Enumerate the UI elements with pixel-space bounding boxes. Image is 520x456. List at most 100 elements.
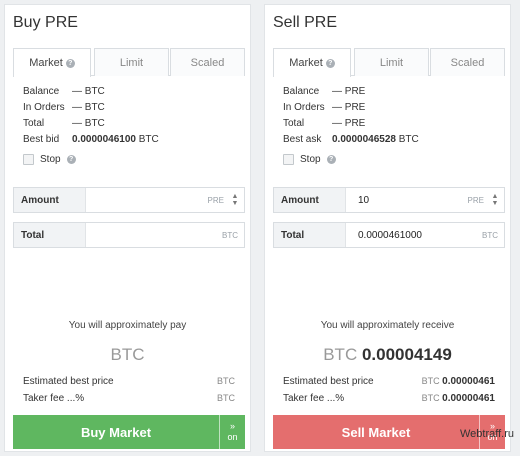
- balance-label: Balance: [23, 85, 60, 97]
- estimated-price-row: Estimated best price BTC 0.00000461: [283, 376, 495, 387]
- total-value: — BTC: [72, 117, 105, 129]
- total-label: Total: [283, 117, 305, 129]
- info-icon[interactable]: ?: [326, 155, 336, 164]
- estimated-price-label: Estimated best price: [283, 376, 374, 387]
- best-ask-currency: BTC: [398, 133, 419, 145]
- in-orders-value: — BTC: [72, 101, 105, 113]
- taker-fee-label: Taker fee ...%: [23, 393, 85, 404]
- tab-label: Scaled: [450, 56, 485, 69]
- buy-market-button[interactable]: Buy Market: [13, 415, 219, 449]
- in-orders-row: In Orders — BTC: [23, 99, 159, 115]
- amount-label: Amount: [14, 188, 86, 212]
- best-bid-value: 0.0000046100: [72, 133, 136, 145]
- chevron-down-icon[interactable]: ▼: [232, 200, 239, 207]
- taker-fee-currency: BTC: [421, 393, 440, 403]
- sell-tab-scaled[interactable]: Scaled: [430, 48, 505, 76]
- amount-stepper[interactable]: ▲ ▼: [230, 193, 240, 207]
- sell-order-tabs: Market ? Limit Scaled: [273, 48, 505, 77]
- stop-checkbox[interactable]: [23, 154, 34, 165]
- tab-label: Limit: [379, 56, 404, 69]
- tab-label: Scaled: [190, 56, 225, 69]
- in-orders-row: In Orders — PRE: [283, 99, 419, 115]
- buy-stop-option: Stop ?: [23, 154, 76, 165]
- approx-text: You will approximately receive: [320, 320, 455, 331]
- chevron-down-icon[interactable]: ▼: [492, 200, 499, 207]
- sell-market-button[interactable]: Sell Market: [273, 415, 479, 449]
- sell-tab-market[interactable]: Market ?: [273, 48, 351, 77]
- buy-market-action: Buy Market » on: [13, 415, 245, 449]
- sell-balance-info: Balance — PRE In Orders — PRE Total — PR…: [283, 83, 419, 147]
- approx-currency: BTC: [323, 345, 358, 364]
- info-icon[interactable]: ?: [66, 155, 76, 164]
- buy-tab-limit[interactable]: Limit: [94, 48, 169, 76]
- buy-tab-scaled[interactable]: Scaled: [170, 48, 245, 76]
- total-row: Total — PRE: [283, 115, 419, 131]
- total-input[interactable]: 0.0000461000: [346, 230, 482, 241]
- info-icon[interactable]: ?: [325, 58, 335, 68]
- amount-input[interactable]: 10: [346, 195, 468, 206]
- total-currency: BTC: [222, 230, 238, 240]
- estimated-price-currency: BTC: [421, 376, 440, 386]
- tab-label: Limit: [119, 56, 144, 69]
- chevron-up-icon[interactable]: ▲: [232, 193, 239, 200]
- buy-amount-field[interactable]: Amount PRE ▲ ▼: [13, 187, 245, 213]
- best-ask-value: 0.0000046528: [332, 133, 396, 145]
- approx-text: You will approximately pay: [68, 320, 187, 331]
- buy-panel-title: Buy PRE: [13, 14, 78, 31]
- buy-tab-market[interactable]: Market ?: [13, 48, 91, 77]
- chevron-up-icon[interactable]: ▲: [492, 193, 499, 200]
- amount-stepper[interactable]: ▲ ▼: [490, 193, 500, 207]
- sell-stop-option: Stop ?: [283, 154, 336, 165]
- amount-currency: PRE: [207, 195, 224, 205]
- total-label: Total: [23, 117, 45, 129]
- taker-fee-row: Taker fee ...% BTC: [23, 393, 235, 404]
- balance-value: — PRE: [332, 85, 366, 97]
- buy-total-field[interactable]: Total BTC: [13, 222, 245, 248]
- estimated-price-currency: BTC: [217, 376, 235, 386]
- approx-amount: BTC: [5, 345, 250, 365]
- balance-label: Balance: [283, 85, 320, 97]
- total-field-label: Total: [274, 223, 346, 247]
- options-label: on: [227, 432, 238, 442]
- total-currency: BTC: [482, 230, 498, 240]
- in-orders-value: — PRE: [332, 101, 366, 113]
- balance-value: — BTC: [72, 85, 105, 97]
- best-ask-row: Best ask 0.0000046528 BTC: [283, 131, 419, 147]
- sell-tab-limit[interactable]: Limit: [354, 48, 429, 76]
- total-row: Total — BTC: [23, 115, 159, 131]
- approx-amount: BTC 0.00004149: [265, 345, 510, 365]
- estimated-price-label: Estimated best price: [23, 376, 114, 387]
- taker-fee-label: Taker fee ...%: [283, 393, 345, 404]
- sell-amount-field[interactable]: Amount 10 PRE ▲ ▼: [273, 187, 505, 213]
- sell-panel: Sell PRE Market ? Limit Scaled Balance —…: [264, 4, 511, 452]
- stop-checkbox[interactable]: [283, 154, 294, 165]
- taker-fee-currency: BTC: [217, 393, 235, 403]
- total-value: — PRE: [332, 117, 366, 129]
- estimated-price-row: Estimated best price BTC: [23, 376, 235, 387]
- buy-panel: Buy PRE Market ? Limit Scaled Balance — …: [4, 4, 251, 452]
- best-ask-label: Best ask: [283, 133, 322, 145]
- in-orders-label: In Orders: [23, 101, 65, 113]
- best-bid-label: Best bid: [23, 133, 60, 145]
- buy-balance-info: Balance — BTC In Orders — BTC Total — BT…: [23, 83, 159, 147]
- stop-label: Stop: [300, 154, 321, 165]
- double-chevron-right-icon: »: [229, 421, 235, 431]
- info-icon[interactable]: ?: [65, 58, 75, 68]
- approx-value: 0.00004149: [361, 345, 452, 364]
- amount-currency: PRE: [467, 195, 484, 205]
- sell-panel-title: Sell PRE: [273, 14, 338, 31]
- watermark: Webtraff.ru: [459, 428, 514, 440]
- total-field-label: Total: [14, 223, 86, 247]
- taker-fee-value: 0.00000461: [442, 393, 495, 404]
- best-bid-currency: BTC: [138, 133, 159, 145]
- buy-order-tabs: Market ? Limit Scaled: [13, 48, 245, 77]
- in-orders-label: In Orders: [283, 101, 325, 113]
- approx-currency: BTC: [110, 345, 145, 364]
- taker-fee-row: Taker fee ...% BTC 0.00000461: [283, 393, 495, 404]
- sell-total-field[interactable]: Total 0.0000461000 BTC: [273, 222, 505, 248]
- tab-label: Market: [29, 57, 63, 69]
- stop-label: Stop: [40, 154, 61, 165]
- tab-label: Market: [289, 57, 323, 69]
- buy-options-button[interactable]: » on: [219, 415, 245, 449]
- best-bid-row: Best bid 0.0000046100 BTC: [23, 131, 159, 147]
